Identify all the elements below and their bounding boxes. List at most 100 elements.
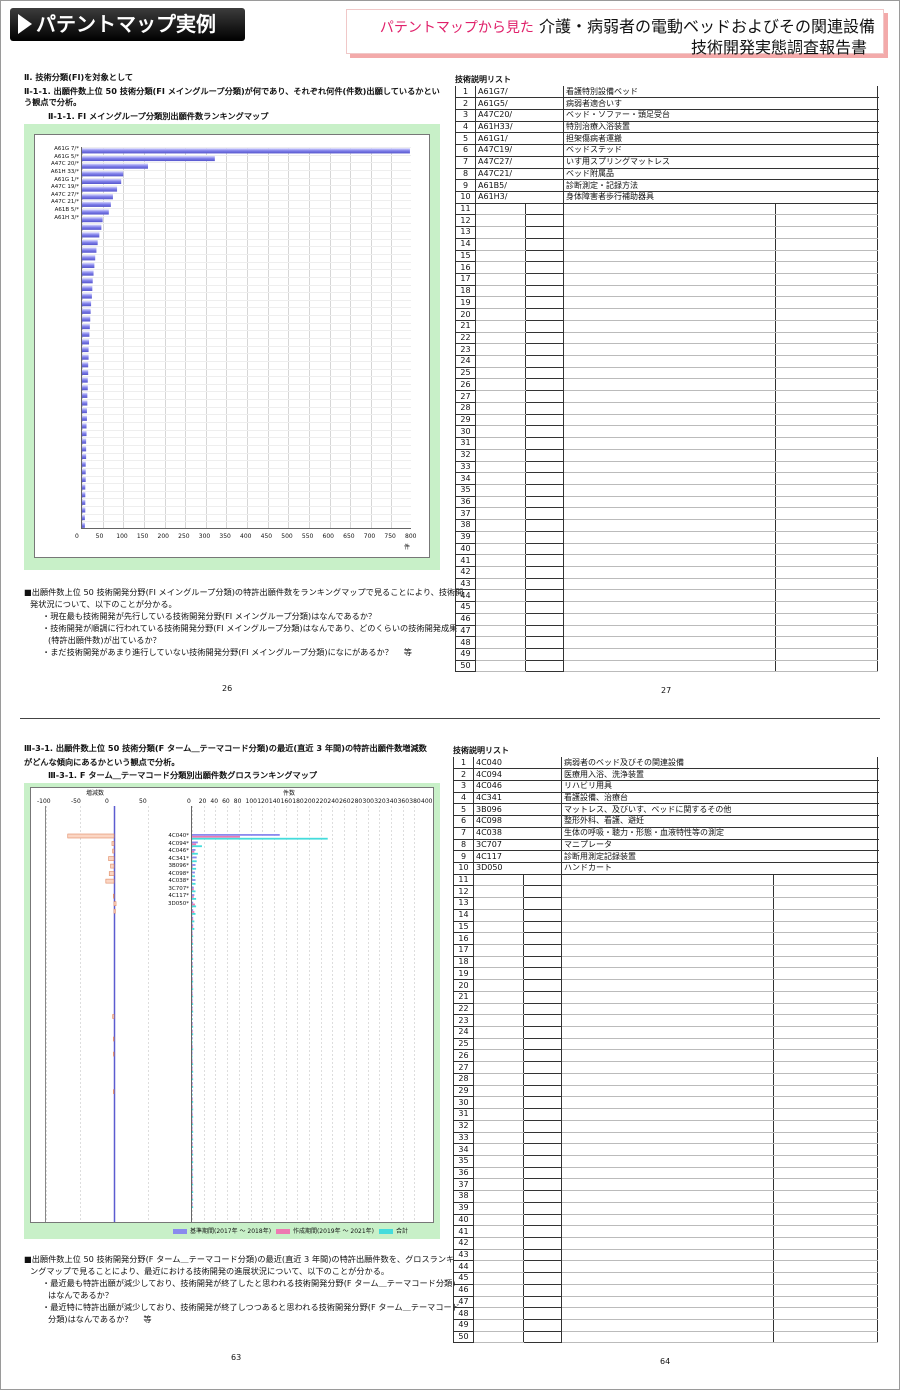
bar	[192, 1129, 193, 1131]
row-number: 6	[455, 144, 476, 157]
empty-cell	[524, 285, 565, 298]
empty-cell	[775, 390, 879, 403]
bar	[82, 201, 111, 207]
empty-cell	[561, 956, 775, 969]
bar	[82, 316, 91, 322]
x-tick-label: 650	[343, 533, 355, 540]
row-number: 8	[455, 168, 476, 181]
legend-swatch-base	[173, 1229, 187, 1234]
empty-cell	[775, 636, 879, 649]
empty-cell	[563, 402, 777, 415]
table-row: 12	[455, 214, 879, 228]
empty-cell	[561, 932, 775, 945]
empty-cell	[561, 1202, 775, 1215]
bar	[192, 1121, 193, 1124]
table-row: 32	[455, 449, 879, 462]
table-row: 48	[453, 1307, 879, 1320]
empty-cell	[561, 1260, 775, 1274]
row-number: 14	[453, 909, 474, 922]
section-heading-line2: がどんな傾向にあるかという観点で分析。	[24, 757, 180, 767]
empty-cell	[773, 1225, 879, 1238]
empty-cell	[773, 1214, 879, 1227]
empty-cell	[473, 1214, 524, 1227]
category-label: 4C046*	[168, 848, 189, 855]
empty-cell	[473, 1190, 524, 1203]
bar	[192, 1174, 193, 1177]
row-number: 19	[453, 967, 474, 981]
tech-description: ハンドカート	[561, 862, 879, 875]
bar	[192, 886, 194, 889]
bar	[192, 1048, 194, 1051]
empty-cell	[524, 507, 565, 521]
table-row: 6 4C098 整形外科、看護、避妊	[453, 815, 879, 828]
bar	[192, 1108, 194, 1111]
empty-cell	[475, 402, 526, 415]
empty-cell	[563, 390, 777, 403]
table-row: 29	[455, 414, 879, 427]
page-number: 27	[661, 686, 672, 695]
empty-cell	[775, 648, 879, 661]
bar	[192, 852, 198, 855]
empty-cell	[522, 1249, 563, 1262]
empty-cell	[773, 1249, 879, 1262]
bar	[192, 871, 195, 874]
empty-cell	[773, 932, 879, 945]
empty-cell	[775, 601, 879, 614]
bar	[192, 1179, 193, 1182]
bar	[82, 415, 87, 421]
empty-cell	[524, 402, 565, 415]
empty-cell	[563, 343, 777, 357]
table-row: 7 4C038 生体の呼吸・聴力・形態・血液特性等の測定	[453, 827, 879, 840]
bar	[192, 978, 193, 981]
bar	[192, 879, 196, 881]
bar	[82, 262, 95, 269]
empty-cell	[773, 1049, 879, 1063]
row-number: 31	[453, 1108, 474, 1121]
empty-cell	[475, 332, 526, 345]
row-number: 14	[455, 238, 476, 251]
empty-cell	[773, 897, 879, 910]
bar	[82, 492, 86, 498]
bar	[192, 931, 193, 934]
empty-cell	[524, 320, 565, 333]
empty-cell	[773, 979, 879, 992]
bar	[192, 1127, 193, 1130]
row-number: 26	[453, 1049, 474, 1063]
bar	[192, 1157, 193, 1160]
tech-description: 身体障害者歩行補助器具	[563, 191, 879, 204]
empty-cell	[473, 1120, 524, 1133]
empty-cell	[473, 967, 524, 981]
empty-cell	[473, 1202, 524, 1215]
empty-cell	[773, 1155, 879, 1168]
bar	[192, 1099, 193, 1101]
row-number: 47	[453, 1296, 474, 1309]
tech-code: A47C21/	[474, 168, 565, 181]
row-number: 34	[453, 1143, 474, 1156]
x-tick-label: 350	[219, 533, 231, 540]
empty-cell	[522, 1202, 563, 1215]
table-row: 42	[453, 1237, 879, 1250]
table-row: 7 A47C27/いす用スプリングマットレス	[455, 156, 879, 169]
table-row: 30	[453, 1096, 879, 1110]
empty-cell	[473, 921, 524, 934]
empty-cell	[524, 367, 565, 380]
empty-cell	[561, 1190, 775, 1203]
bar	[192, 1166, 193, 1169]
empty-cell	[524, 203, 565, 216]
row-number: 2	[453, 768, 474, 781]
empty-cell	[522, 944, 563, 957]
empty-cell	[561, 1003, 775, 1016]
table-row: 35	[455, 484, 879, 497]
bar	[192, 896, 194, 898]
bar	[192, 926, 194, 928]
chart-legend: 基準期間(2017年 ～ 2018年) 作成期間(2019年 ～ 2021年) …	[170, 1226, 408, 1235]
category-label: 4C038*	[168, 878, 189, 885]
empty-cell	[522, 1003, 563, 1016]
change-plot	[45, 806, 155, 1222]
empty-cell	[775, 343, 879, 357]
category-label: 3D050*	[168, 900, 189, 907]
bar	[192, 1114, 193, 1116]
bar	[113, 908, 116, 914]
row-number: 40	[453, 1214, 474, 1227]
empty-cell	[775, 238, 879, 251]
